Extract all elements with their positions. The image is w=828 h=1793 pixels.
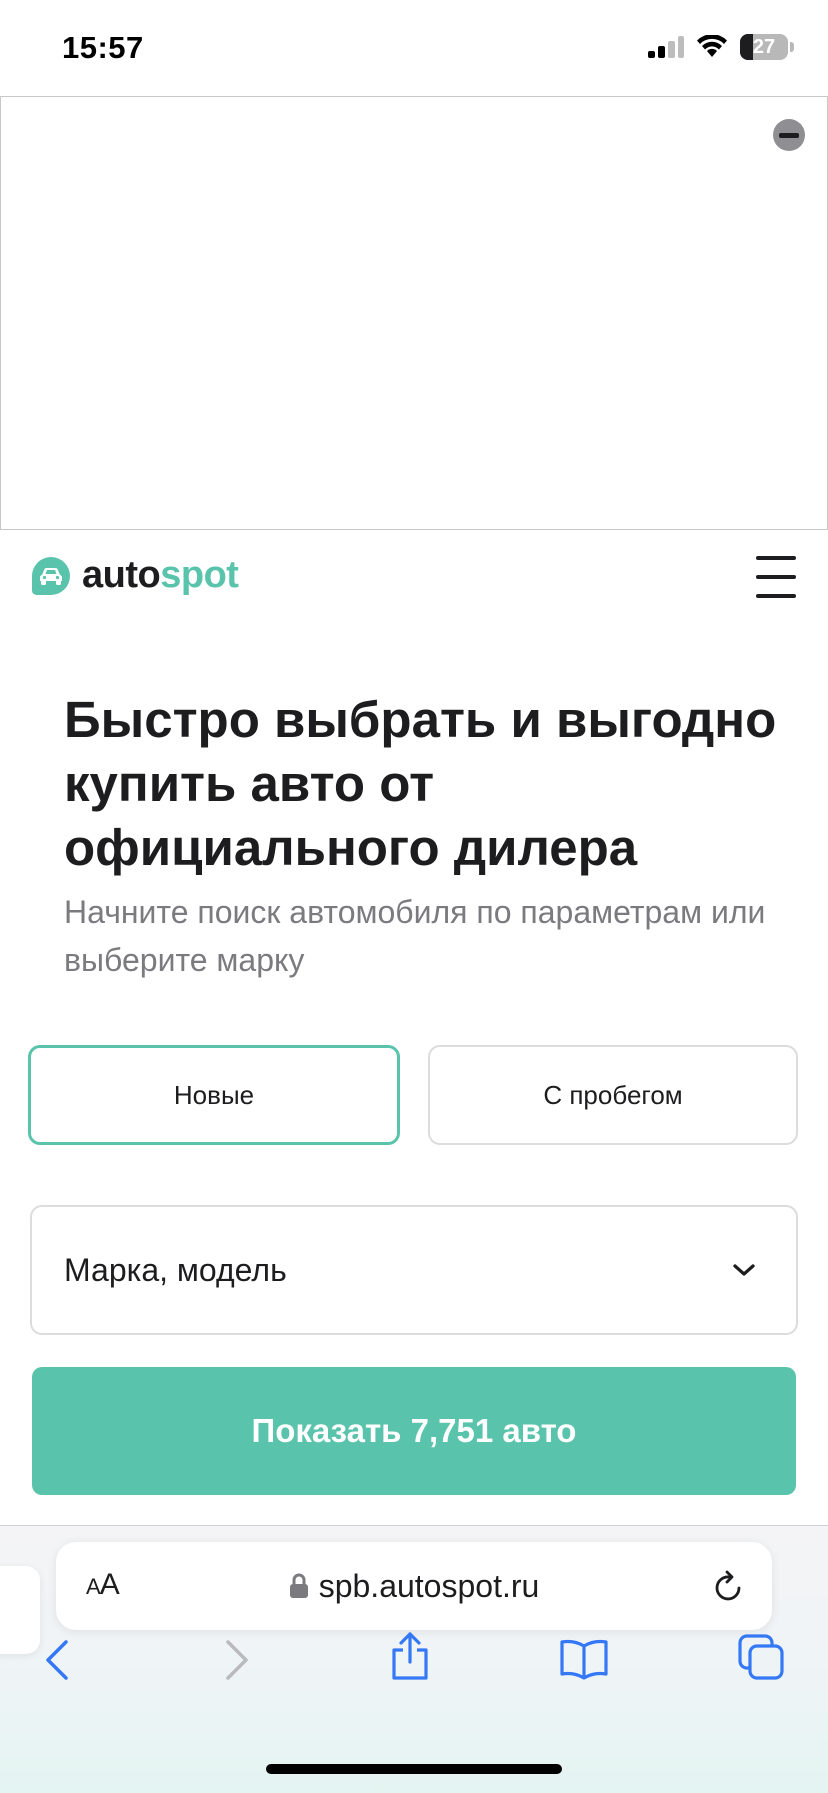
battery-icon: 27 bbox=[740, 34, 788, 60]
make-model-select[interactable]: Марка, модель bbox=[30, 1205, 798, 1335]
hero-title: Быстро выбрать и выгодно купить авто от … bbox=[64, 691, 777, 876]
url-bar[interactable]: AA spb.autospot.ru bbox=[56, 1542, 772, 1630]
show-cars-button[interactable]: Показать 7,751 авто bbox=[32, 1367, 796, 1495]
show-cars-label: Показать 7,751 авто bbox=[251, 1412, 577, 1449]
bookmarks-icon[interactable] bbox=[558, 1638, 610, 1680]
logo-text: autospot bbox=[82, 554, 239, 597]
wifi-icon bbox=[697, 35, 727, 57]
chevron-down-icon bbox=[733, 1264, 755, 1276]
reload-icon[interactable] bbox=[712, 1568, 746, 1604]
logo-text-spot: spot bbox=[160, 554, 239, 596]
filter-new-button[interactable]: Новые bbox=[28, 1045, 400, 1145]
browser-toolbar bbox=[0, 1620, 828, 1696]
lock-icon bbox=[289, 1573, 308, 1598]
hamburger-menu-icon[interactable] bbox=[756, 556, 796, 598]
home-indicator bbox=[266, 1764, 562, 1774]
ad-banner bbox=[0, 96, 828, 530]
status-icons: 27 bbox=[648, 34, 794, 60]
tabs-icon[interactable] bbox=[738, 1634, 784, 1680]
autospot-logo[interactable]: autospot bbox=[32, 554, 239, 597]
share-icon[interactable] bbox=[388, 1630, 432, 1682]
logo-text-auto: auto bbox=[82, 554, 161, 596]
url-text: spb.autospot.ru bbox=[318, 1567, 540, 1604]
car-icon bbox=[32, 556, 70, 595]
make-model-placeholder: Марка, модель bbox=[64, 1251, 287, 1288]
battery-level: 27 bbox=[752, 36, 776, 58]
back-icon[interactable] bbox=[42, 1638, 72, 1682]
cellular-signal-icon bbox=[648, 36, 684, 58]
hero-subtitle: Начните поиск автомобиля по параметрам и… bbox=[64, 894, 766, 978]
battery-cap bbox=[790, 42, 794, 52]
status-time: 15:57 bbox=[62, 30, 144, 65]
filter-new-label: Новые bbox=[173, 1079, 255, 1110]
filter-used-label: С пробегом bbox=[543, 1079, 683, 1110]
forward-icon[interactable] bbox=[222, 1638, 252, 1682]
filter-used-button[interactable]: С пробегом bbox=[428, 1045, 798, 1145]
address-display[interactable]: spb.autospot.ru bbox=[56, 1542, 772, 1630]
site-header: autospot bbox=[0, 530, 828, 626]
ad-close-icon[interactable] bbox=[773, 119, 805, 151]
status-bar: 15:57 27 bbox=[0, 0, 828, 96]
